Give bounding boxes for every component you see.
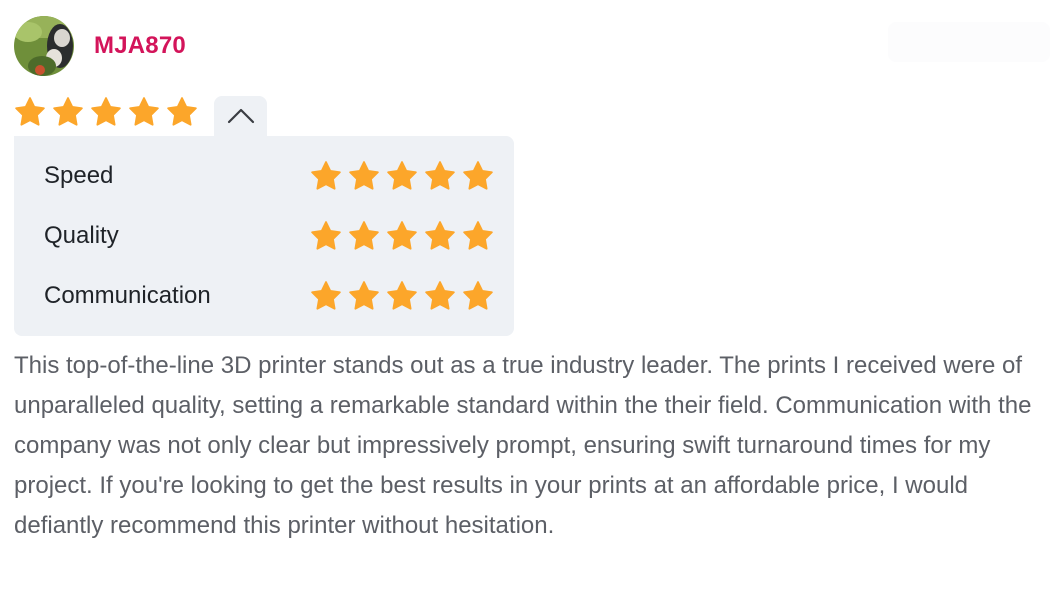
- star-icon: [129, 97, 159, 126]
- avatar-photo: [14, 16, 74, 76]
- rating-label: Speed: [44, 162, 114, 189]
- overall-rating: [14, 96, 198, 128]
- rating-row-quality: Quality: [44, 216, 494, 256]
- rating-stars: [310, 280, 494, 312]
- star-icon: [387, 161, 417, 190]
- rating-label: Communication: [44, 282, 211, 309]
- author-row: MJA870: [14, 16, 186, 76]
- star-icon: [463, 221, 493, 250]
- star-icon: [311, 281, 341, 310]
- star-icon: [15, 97, 45, 126]
- star-icon: [167, 97, 197, 126]
- star-icon: [53, 97, 83, 126]
- star-icon: [91, 97, 121, 126]
- rating-stars: [310, 220, 494, 252]
- placeholder-box: [888, 22, 1050, 62]
- rating-label: Quality: [44, 222, 119, 249]
- star-icon: [463, 161, 493, 190]
- chevron-up-icon: [227, 108, 254, 124]
- star-icon: [311, 161, 341, 190]
- star-icon: [387, 221, 417, 250]
- star-icon: [425, 281, 455, 310]
- star-icon: [425, 221, 455, 250]
- star-icon: [311, 221, 341, 250]
- review-body: This top-of-the-line 3D printer stands o…: [14, 352, 1032, 539]
- author-name[interactable]: MJA870: [94, 32, 186, 60]
- rating-breakdown-panel: Speed Quality Communication: [14, 136, 514, 336]
- rating-stars: [310, 160, 494, 192]
- review-card: MJA870 Speed Quality Communication This …: [0, 0, 1063, 594]
- star-icon: [349, 161, 379, 190]
- star-icon: [349, 221, 379, 250]
- star-icon: [387, 281, 417, 310]
- star-icon: [349, 281, 379, 310]
- star-icon: [463, 281, 493, 310]
- collapse-ratings-button[interactable]: [214, 96, 267, 136]
- rating-row-speed: Speed: [44, 156, 494, 196]
- rating-row-communication: Communication: [44, 276, 494, 316]
- star-icon: [425, 161, 455, 190]
- avatar[interactable]: [14, 16, 74, 76]
